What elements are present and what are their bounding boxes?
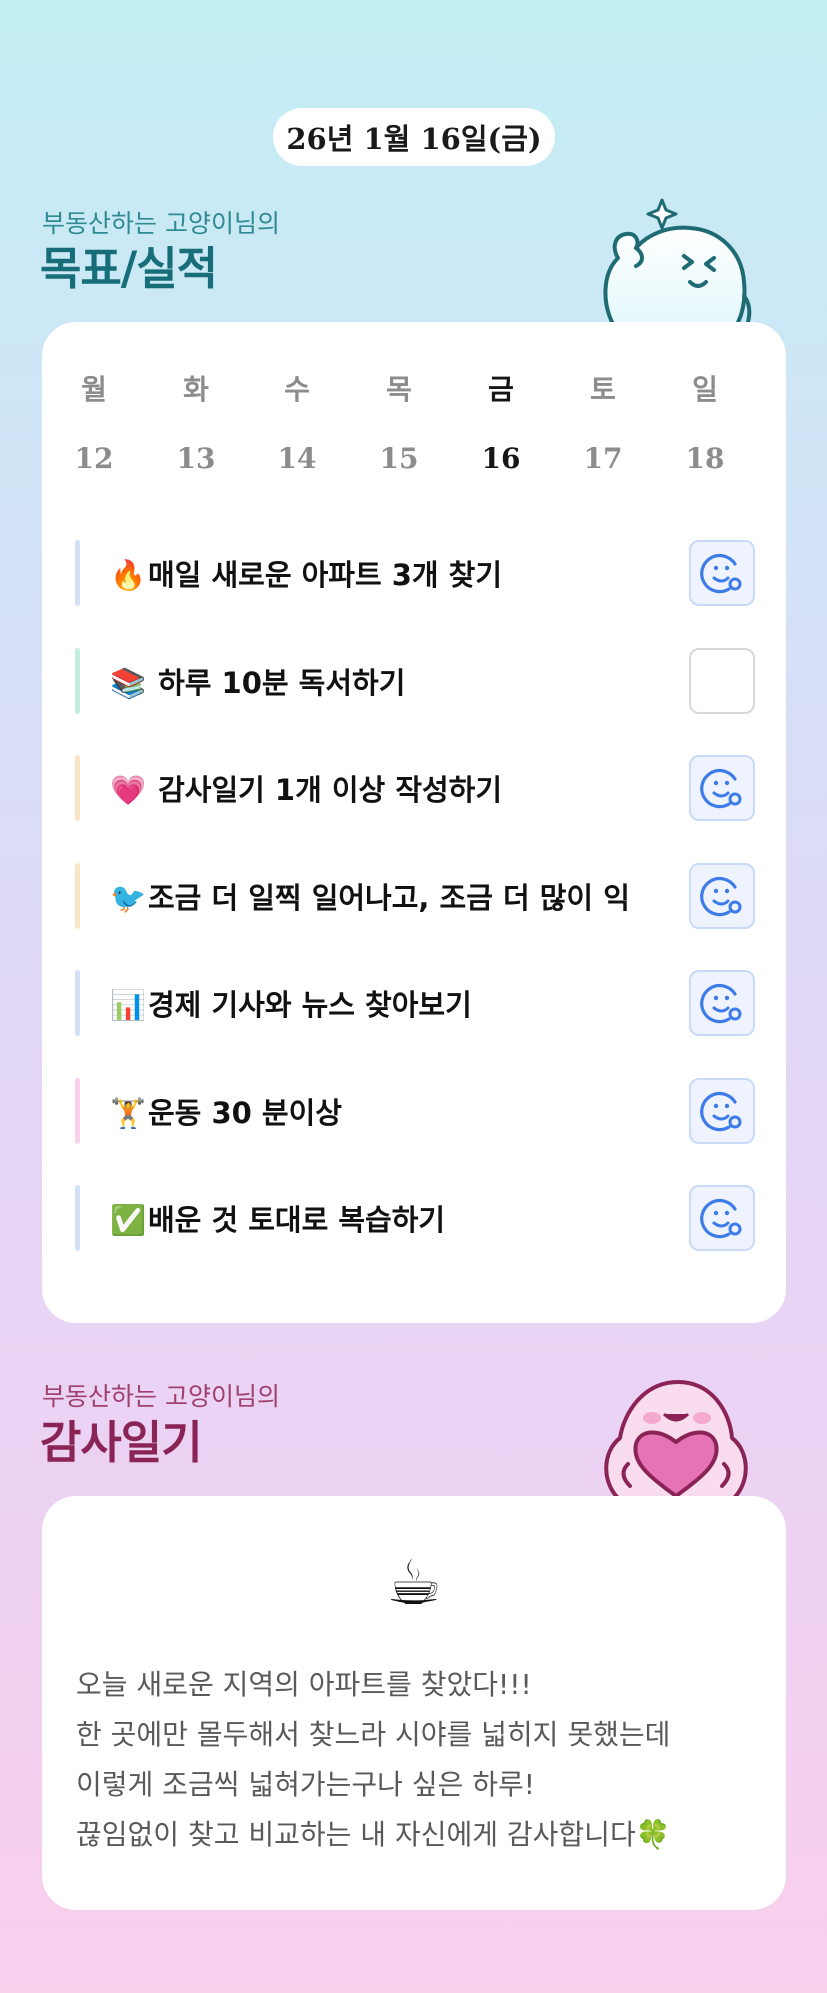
goal-item: 📚 하루 10분 독서하기: [75, 648, 755, 714]
weekday-row: 월 화 수 목 금 토 일: [42, 368, 786, 412]
goal-emoji-icon: ✅: [109, 1203, 147, 1237]
goal-label: 운동 30 분이상: [148, 1096, 342, 1130]
goal-emoji-icon: 🔥: [109, 558, 147, 592]
diary-card: ☕ 오늘 새로운 지역의 아파트를 찾았다!!! 한 곳에만 몰두해서 찾느라 …: [42, 1496, 786, 1910]
goal-checkbox-checked[interactable]: [689, 1185, 755, 1251]
smiley-check-icon: [700, 1198, 742, 1239]
date-16[interactable]: 16: [450, 442, 552, 475]
diary-text: 오늘 새로운 지역의 아파트를 찾았다!!! 한 곳에만 몰두해서 찾느라 시야…: [76, 1660, 766, 1860]
goal-item: 📊경제 기사와 뉴스 찾아보기: [75, 970, 755, 1036]
goal-emoji-icon: 🏋: [109, 1096, 147, 1130]
goals-section-title: 목표/실적: [40, 242, 218, 295]
diary-section-title: 감사일기: [40, 1416, 203, 1469]
goal-label: 배운 것 토대로 복습하기: [148, 1203, 446, 1237]
goal-text: 📚 하루 10분 독서하기: [108, 660, 658, 702]
goal-item: 💗 감사일기 1개 이상 작성하기: [75, 755, 755, 821]
date-pill: 26년 1월 16일(금): [273, 108, 555, 166]
goal-checkbox-checked[interactable]: [689, 970, 755, 1036]
diary-line: 오늘 새로운 지역의 아파트를 찾았다!!!: [76, 1668, 532, 1701]
goal-text: 🐦조금 더 일찍 일어나고, 조금 더 많이 익: [108, 875, 658, 917]
weekday-sat[interactable]: 토: [552, 368, 654, 408]
goal-emoji-icon: 💗: [109, 773, 147, 807]
weekday-sun[interactable]: 일: [654, 368, 756, 408]
goal-checkbox-checked[interactable]: [689, 540, 755, 606]
date-row: 12 13 14 15 16 17 18: [42, 442, 786, 486]
goal-color-bar: [75, 1078, 80, 1144]
goal-item: 🔥매일 새로운 아파트 3개 찾기: [75, 540, 755, 606]
goal-checkbox-checked[interactable]: [689, 863, 755, 929]
smiley-check-icon: [700, 768, 742, 809]
goal-label: 경제 기사와 뉴스 찾아보기: [148, 988, 472, 1022]
date-13[interactable]: 13: [145, 442, 247, 475]
cat-mascot-thumbsup-icon: [603, 198, 752, 326]
goal-emoji-icon: 📚: [109, 666, 147, 700]
smiley-check-icon: [700, 553, 742, 594]
date-15[interactable]: 15: [348, 442, 450, 475]
goal-item: 🏋운동 30 분이상: [75, 1078, 755, 1144]
date-14[interactable]: 14: [246, 442, 348, 475]
goal-color-bar: [75, 970, 80, 1036]
diary-line: 끊임없이 찾고 비교하는 내 자신에게 감사합니다🍀: [76, 1818, 671, 1851]
goal-item: 🐦조금 더 일찍 일어나고, 조금 더 많이 익: [75, 863, 755, 929]
goals-card: 월 화 수 목 금 토 일 12 13 14 15 16 17 18 🔥매일 새…: [42, 322, 786, 1323]
smiley-check-icon: [700, 1091, 742, 1132]
weekday-wed[interactable]: 수: [246, 368, 348, 408]
diary-line: 한 곳에만 몰두해서 찾느라 시야를 넓히지 못했는데: [76, 1718, 671, 1751]
goal-color-bar: [75, 540, 80, 606]
heart-mascot-icon: [604, 1380, 748, 1498]
goal-text: 📊경제 기사와 뉴스 찾아보기: [108, 982, 658, 1024]
goal-color-bar: [75, 1185, 80, 1251]
goal-emoji-icon: 🐦: [109, 881, 147, 915]
date-12[interactable]: 12: [43, 442, 145, 475]
goal-text: 💗 감사일기 1개 이상 작성하기: [108, 767, 658, 809]
goal-text: 🏋운동 30 분이상: [108, 1090, 658, 1132]
goal-text: 🔥매일 새로운 아파트 3개 찾기: [108, 552, 658, 594]
coffee-cup-icon: ☕: [386, 1546, 442, 1619]
goal-item: ✅배운 것 토대로 복습하기: [75, 1185, 755, 1251]
goal-color-bar: [75, 863, 80, 929]
weekday-fri[interactable]: 금: [450, 368, 552, 408]
goal-checkbox-empty[interactable]: [689, 648, 755, 714]
goal-checkbox-checked[interactable]: [689, 755, 755, 821]
goal-label: 조금 더 일찍 일어나고, 조금 더 많이 익: [148, 881, 630, 915]
goal-text: ✅배운 것 토대로 복습하기: [108, 1197, 658, 1239]
weekday-thu[interactable]: 목: [348, 368, 450, 408]
diary-line: 이렇게 조금씩 넓혀가는구나 싶은 하루!: [76, 1768, 535, 1801]
goal-label: 감사일기 1개 이상 작성하기: [148, 773, 503, 807]
goal-label: 매일 새로운 아파트 3개 찾기: [148, 558, 503, 592]
date-17[interactable]: 17: [552, 442, 654, 475]
goal-color-bar: [75, 755, 80, 821]
goal-label: 하루 10분 독서하기: [148, 666, 406, 700]
smiley-check-icon: [700, 876, 742, 917]
goal-emoji-icon: 📊: [109, 988, 147, 1022]
goal-color-bar: [75, 648, 80, 714]
goal-checkbox-checked[interactable]: [689, 1078, 755, 1144]
weekday-mon[interactable]: 월: [43, 368, 145, 408]
smiley-check-icon: [700, 983, 742, 1024]
weekday-tue[interactable]: 화: [145, 368, 247, 408]
date-18[interactable]: 18: [654, 442, 756, 475]
